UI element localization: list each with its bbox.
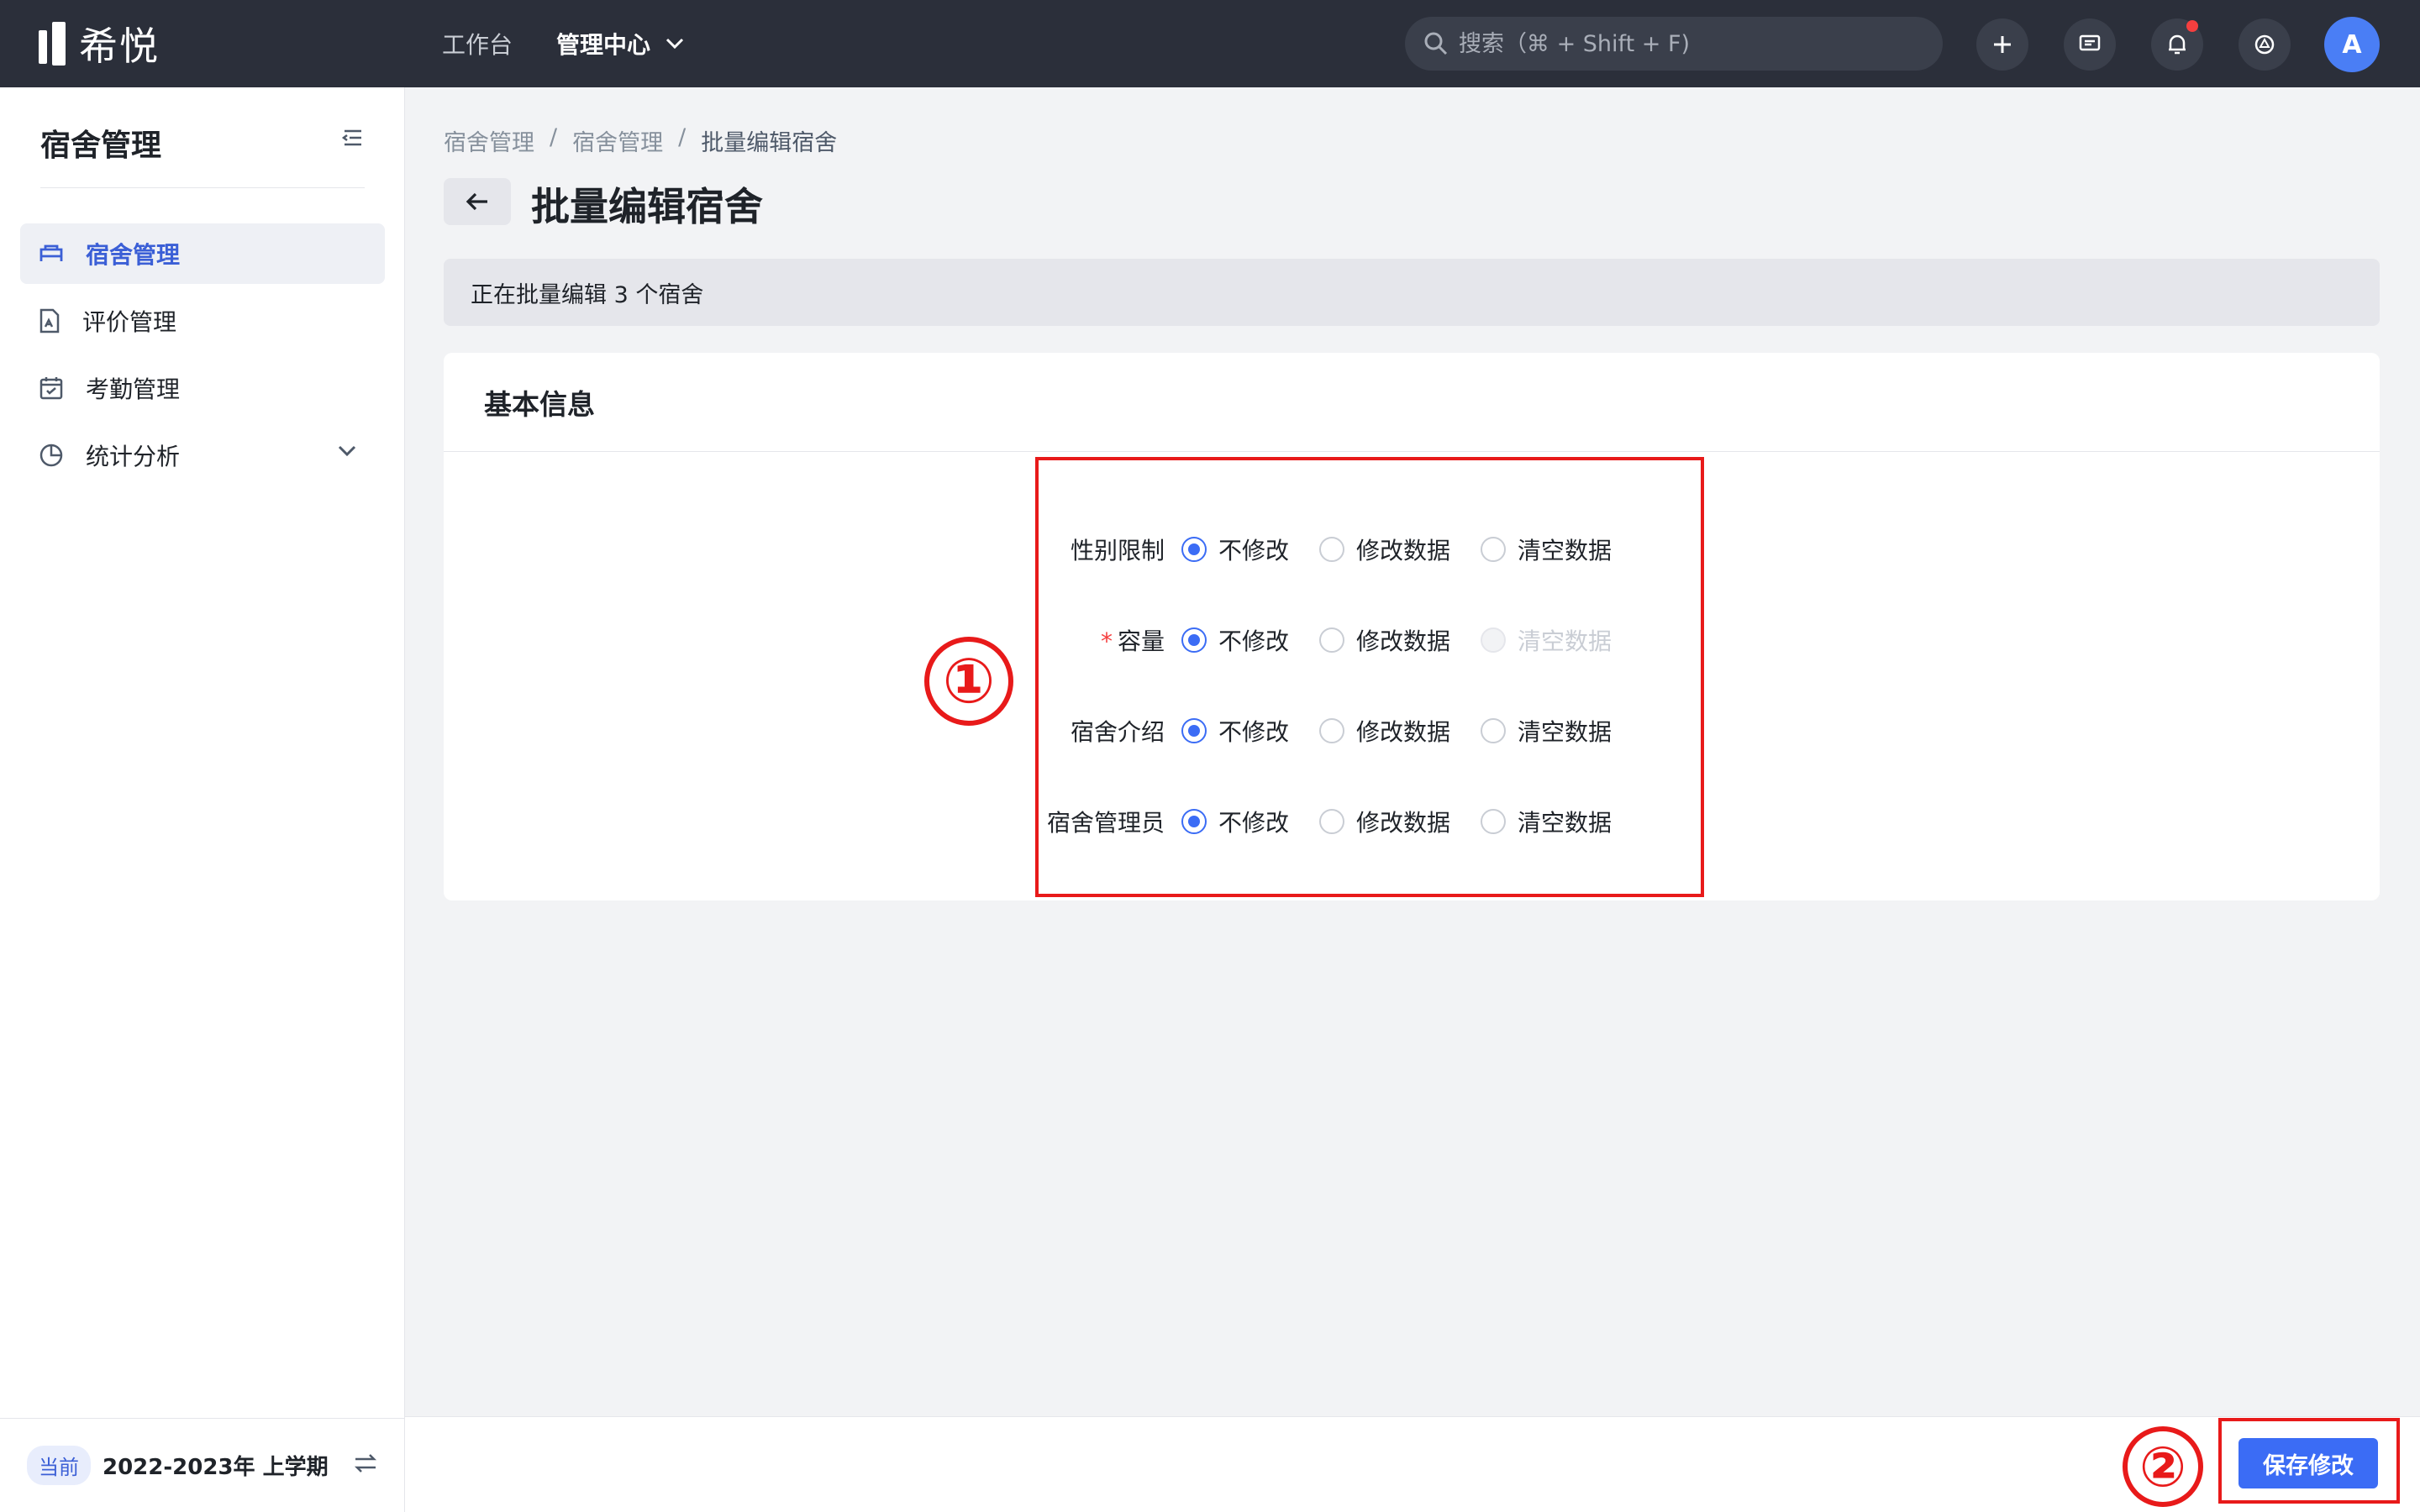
arrow-left-icon bbox=[466, 192, 487, 211]
message-button[interactable] bbox=[2064, 18, 2116, 71]
annotation-box-1 bbox=[1035, 457, 1704, 897]
calendar-icon bbox=[39, 377, 63, 400]
plus-icon bbox=[1994, 36, 2011, 53]
bed-icon bbox=[39, 244, 63, 261]
add-button[interactable] bbox=[1976, 18, 2028, 71]
notification-button[interactable] bbox=[2151, 18, 2203, 71]
top-bar: 希悦 工作台 管理中心 A bbox=[0, 0, 2420, 87]
sidebar-item-label: 评价管理 bbox=[82, 308, 177, 336]
collapse-menu-icon[interactable] bbox=[341, 128, 365, 148]
pie-chart-icon bbox=[39, 444, 63, 467]
sidebar-header: 宿舍管理 bbox=[40, 121, 365, 188]
search-input[interactable] bbox=[1459, 30, 1929, 57]
logo-text: 希悦 bbox=[79, 24, 160, 69]
breadcrumb-item[interactable]: 宿舍管理 bbox=[572, 124, 663, 157]
sidebar-item-statistics[interactable]: 统计分析 bbox=[20, 425, 385, 486]
compass-icon bbox=[2254, 34, 2275, 55]
top-nav: 工作台 管理中心 bbox=[442, 24, 684, 64]
sidebar-item-dorm-management[interactable]: 宿舍管理 bbox=[20, 223, 385, 284]
sidebar-item-label: 宿舍管理 bbox=[86, 241, 181, 269]
app-switch-button[interactable] bbox=[2238, 18, 2291, 71]
logo[interactable]: 希悦 bbox=[39, 20, 160, 69]
current-term: 2022-2023年 上学期 bbox=[103, 1455, 329, 1480]
bell-icon bbox=[2169, 34, 2186, 55]
breadcrumb-separator: / bbox=[550, 124, 558, 150]
message-icon bbox=[2079, 34, 2101, 51]
card-title-text: 基本信息 bbox=[484, 387, 595, 421]
breadcrumb: 宿舍管理 / 宿舍管理 / 批量编辑宿舍 bbox=[444, 124, 837, 157]
sidebar-item-label: 统计分析 bbox=[86, 443, 181, 470]
annotation-number-2: ② bbox=[2123, 1426, 2203, 1507]
sidebar-menu: 宿舍管理 评价管理 考勤管理 统计分析 bbox=[20, 223, 385, 492]
save-changes-button[interactable]: 保存修改 bbox=[2238, 1438, 2378, 1488]
search-icon bbox=[1424, 32, 1448, 55]
term-switcher[interactable]: 当前 2022-2023年 上学期 bbox=[0, 1418, 405, 1512]
document-icon bbox=[39, 308, 60, 333]
chevron-down-icon bbox=[338, 445, 356, 457]
batch-notice: 正在批量编辑 3 个宿舍 bbox=[444, 259, 2380, 326]
nav-management-center[interactable]: 管理中心 bbox=[556, 27, 684, 60]
nav-management-center-label: 管理中心 bbox=[556, 31, 651, 59]
page-title: 批量编辑宿舍 bbox=[531, 184, 763, 229]
search-box[interactable] bbox=[1405, 17, 1943, 71]
breadcrumb-separator: / bbox=[678, 124, 687, 150]
logo-mark-icon bbox=[39, 22, 67, 66]
sidebar-title: 宿舍管理 bbox=[40, 129, 162, 163]
user-avatar[interactable]: A bbox=[2324, 17, 2380, 72]
card-title: 基本信息 bbox=[444, 353, 2380, 452]
back-button[interactable] bbox=[444, 178, 511, 225]
sidebar-item-label: 考勤管理 bbox=[86, 375, 181, 403]
avatar-letter: A bbox=[2342, 29, 2362, 60]
chevron-down-icon bbox=[666, 38, 684, 50]
sidebar-item-evaluation[interactable]: 评价管理 bbox=[20, 291, 385, 351]
breadcrumb-current: 批量编辑宿舍 bbox=[701, 130, 838, 156]
nav-workbench[interactable]: 工作台 bbox=[442, 27, 513, 60]
footer-bar bbox=[405, 1416, 2420, 1512]
annotation-number-1: ① bbox=[924, 637, 1013, 726]
nav-workbench-label: 工作台 bbox=[442, 31, 513, 59]
sidebar: 宿舍管理 宿舍管理 评价管理 考勤管理 统计分析 当前 2022-2023年 上… bbox=[0, 87, 405, 1512]
batch-notice-text: 正在批量编辑 3 个宿舍 bbox=[471, 281, 704, 308]
sidebar-item-attendance[interactable]: 考勤管理 bbox=[20, 358, 385, 418]
current-badge: 当前 bbox=[27, 1446, 91, 1485]
swap-icon[interactable] bbox=[353, 1452, 378, 1474]
notification-dot bbox=[2186, 20, 2198, 32]
breadcrumb-item[interactable]: 宿舍管理 bbox=[444, 124, 534, 157]
